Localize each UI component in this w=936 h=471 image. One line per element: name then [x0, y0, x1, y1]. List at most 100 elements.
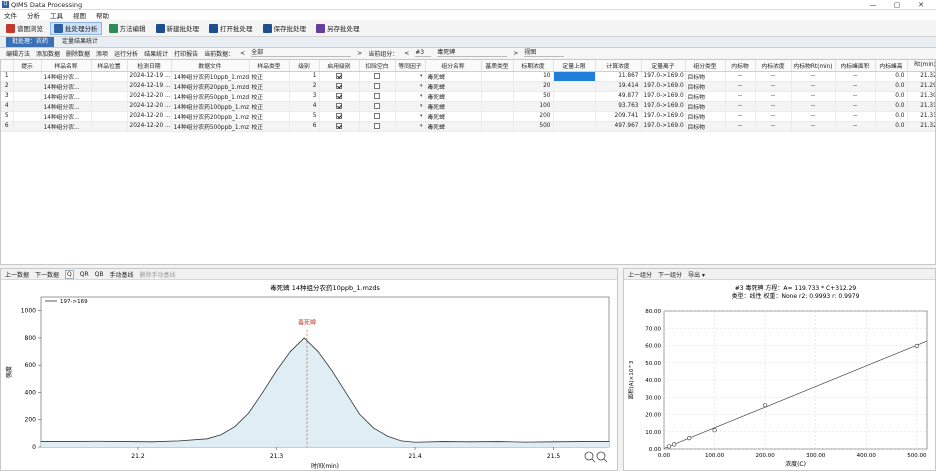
print-report-button[interactable]: 打印报告	[174, 49, 198, 58]
checkbox[interactable]	[374, 82, 380, 89]
column-header[interactable]: 样品名称	[41, 60, 92, 72]
next-component-button[interactable]: >	[513, 50, 518, 57]
checkbox[interactable]	[336, 82, 342, 89]
table-row[interactable]: 3 14种组分农... 2024-12-20 ... 14种组分农药50ppb_1.m…	[1, 91, 935, 102]
column-header[interactable]: 内标物	[725, 60, 756, 72]
calibration-chart[interactable]: #3 毒死蜱 方程：A= 119.733 * C+312.29类型：线性 权重：…	[624, 281, 935, 471]
toolbar-button-3[interactable]: 新建批处理	[153, 22, 203, 35]
column-header[interactable]: 启用级别	[319, 60, 360, 72]
table-row[interactable]: 2 14种组分农... 2024-12-19 ... 14种组分农药20ppb_1.m…	[1, 81, 935, 92]
prev-data-button[interactable]: <	[240, 50, 245, 57]
toolbar-button-4[interactable]: 打开批处理	[206, 22, 256, 35]
chevron-down-icon[interactable]: ▾	[420, 113, 423, 119]
chevron-down-icon[interactable]: ▾	[420, 93, 423, 99]
delete-baseline-button[interactable]: 删除手动基线	[140, 270, 176, 279]
table-row[interactable]: 6 14种组分农... 2024-12-20 ... 14种组分农药500ppb_1.…	[1, 121, 935, 132]
minimize-button[interactable]: —	[864, 0, 882, 10]
toolbar-button-1[interactable]: 批处理分析	[50, 21, 102, 35]
add-data-button[interactable]: 添加数据	[36, 49, 60, 58]
data-select[interactable]: 全部	[251, 49, 352, 57]
menu-tools[interactable]: 工具	[50, 10, 63, 20]
zoom-in-icon[interactable]	[584, 451, 596, 463]
result-stats-button[interactable]: 结果统计	[144, 49, 168, 58]
column-header[interactable]: 组分名称	[425, 60, 482, 72]
close-button[interactable]: ✕	[912, 0, 930, 10]
checkbox[interactable]	[336, 72, 342, 79]
tab-quant-stats[interactable]: 定量结果统计	[56, 37, 104, 47]
add-item-button[interactable]: 添项	[96, 49, 108, 58]
table-row[interactable]: 1 14种组分农... 2024-12-19 ... 14种组分农药10ppb_1.m…	[1, 71, 935, 82]
column-header[interactable]: 内标峰面积	[835, 60, 876, 72]
column-header[interactable]: 基质类型	[481, 60, 514, 72]
prev-data-link[interactable]: 上一数据	[5, 270, 29, 279]
chevron-down-icon[interactable]: ▾	[420, 103, 423, 109]
calibration-point[interactable]	[666, 444, 672, 449]
column-header[interactable]: 样品类型	[249, 60, 290, 72]
calibration-point[interactable]	[672, 442, 677, 447]
edit-method-button[interactable]: 编辑方法	[6, 49, 30, 58]
manual-baseline-button[interactable]: 手动基线	[110, 270, 134, 279]
checkbox[interactable]	[374, 112, 380, 119]
toolbar-button-0[interactable]: 谱图浏览	[3, 22, 46, 35]
qb-tool-button[interactable]: QB	[95, 271, 104, 278]
column-header[interactable]: 定量上限	[553, 60, 596, 72]
next-data-link[interactable]: 下一数据	[35, 270, 59, 279]
next-component-link[interactable]: 下一组分	[658, 270, 682, 279]
chevron-down-icon[interactable]: ▾	[420, 83, 423, 89]
prev-component-link[interactable]: 上一组分	[628, 270, 652, 279]
calibration-point[interactable]	[712, 428, 717, 433]
checkbox[interactable]	[374, 92, 380, 99]
checkbox[interactable]	[336, 122, 342, 129]
column-header[interactable]: 内标物Rt(min)	[791, 60, 836, 72]
column-header[interactable]: 组分类型	[685, 60, 726, 72]
calibration-point[interactable]	[914, 343, 919, 349]
column-header[interactable]: 定量离子	[641, 60, 686, 72]
column-header[interactable]: 检测日期	[127, 60, 172, 72]
column-header[interactable]: 扣除空白	[359, 60, 396, 72]
calibration-point[interactable]	[687, 436, 692, 441]
column-header[interactable]: 内标峰高	[875, 60, 908, 72]
view-select[interactable]: 视图	[524, 49, 565, 57]
column-header[interactable]: 内标浓度	[755, 60, 792, 72]
maximize-button[interactable]: ▢	[888, 0, 906, 10]
toolbar-button-2[interactable]: 方法编辑	[106, 22, 149, 35]
zoom-tool-button[interactable]: Q	[65, 269, 74, 279]
column-header[interactable]: 计算浓度	[595, 60, 642, 72]
calibration-point[interactable]	[763, 403, 768, 408]
column-header[interactable]: 提示	[13, 60, 42, 72]
export-dropdown[interactable]: 导出 ▾	[688, 270, 705, 279]
checkbox[interactable]	[336, 92, 342, 99]
component-number[interactable]: #3	[415, 49, 432, 57]
prev-component-button[interactable]: <	[404, 50, 409, 57]
column-header[interactable]: 样品位置	[91, 60, 128, 72]
checkbox[interactable]	[336, 112, 342, 119]
column-header[interactable]: 等同因子	[395, 60, 426, 72]
chevron-down-icon[interactable]: ▾	[420, 73, 423, 79]
menu-help[interactable]: 帮助	[96, 10, 109, 20]
tab-batch[interactable]: 批处理：农药	[6, 37, 55, 47]
chromatogram-chart[interactable]: 0 200 400 600 800 1000 21.2 21.3 21.4 21.5 毒死蜱 毒死蜱 …	[1, 281, 617, 471]
checkbox[interactable]	[374, 102, 380, 109]
column-header[interactable]: Rt(min)	[907, 60, 935, 72]
toolbar-button-6[interactable]: 另存批处理	[313, 22, 363, 35]
chevron-down-icon[interactable]: ▾	[420, 123, 423, 129]
menu-view[interactable]: 视图	[73, 10, 86, 20]
menu-file[interactable]: 文件	[4, 10, 17, 20]
toolbar-button-5[interactable]: 保存批处理	[260, 22, 310, 35]
zoom-out-icon[interactable]	[596, 451, 608, 463]
checkbox[interactable]	[336, 102, 342, 109]
menu-analysis[interactable]: 分析	[27, 10, 40, 20]
qr-tool-button[interactable]: QR	[80, 271, 89, 278]
column-header[interactable]: 级别	[289, 60, 320, 72]
column-header[interactable]: 标期浓度	[513, 60, 554, 72]
next-data-button[interactable]: >	[357, 50, 362, 57]
checkbox[interactable]	[374, 72, 380, 79]
column-header[interactable]	[1, 60, 14, 72]
component-select[interactable]: 毒死蜱	[437, 49, 508, 57]
delete-data-button[interactable]: 删除数据	[66, 49, 90, 58]
table-row[interactable]: 4 14种组分农... 2024-12-20 ... 14种组分农药100ppb_1.…	[1, 101, 935, 112]
table-row[interactable]: 5 14种组分农... 2024-12-20 ... 14种组分农药200ppb_1.…	[1, 111, 935, 122]
checkbox[interactable]	[374, 122, 380, 129]
column-header[interactable]: 数据文件	[171, 60, 250, 72]
run-analysis-button[interactable]: 运行分析	[114, 49, 138, 58]
